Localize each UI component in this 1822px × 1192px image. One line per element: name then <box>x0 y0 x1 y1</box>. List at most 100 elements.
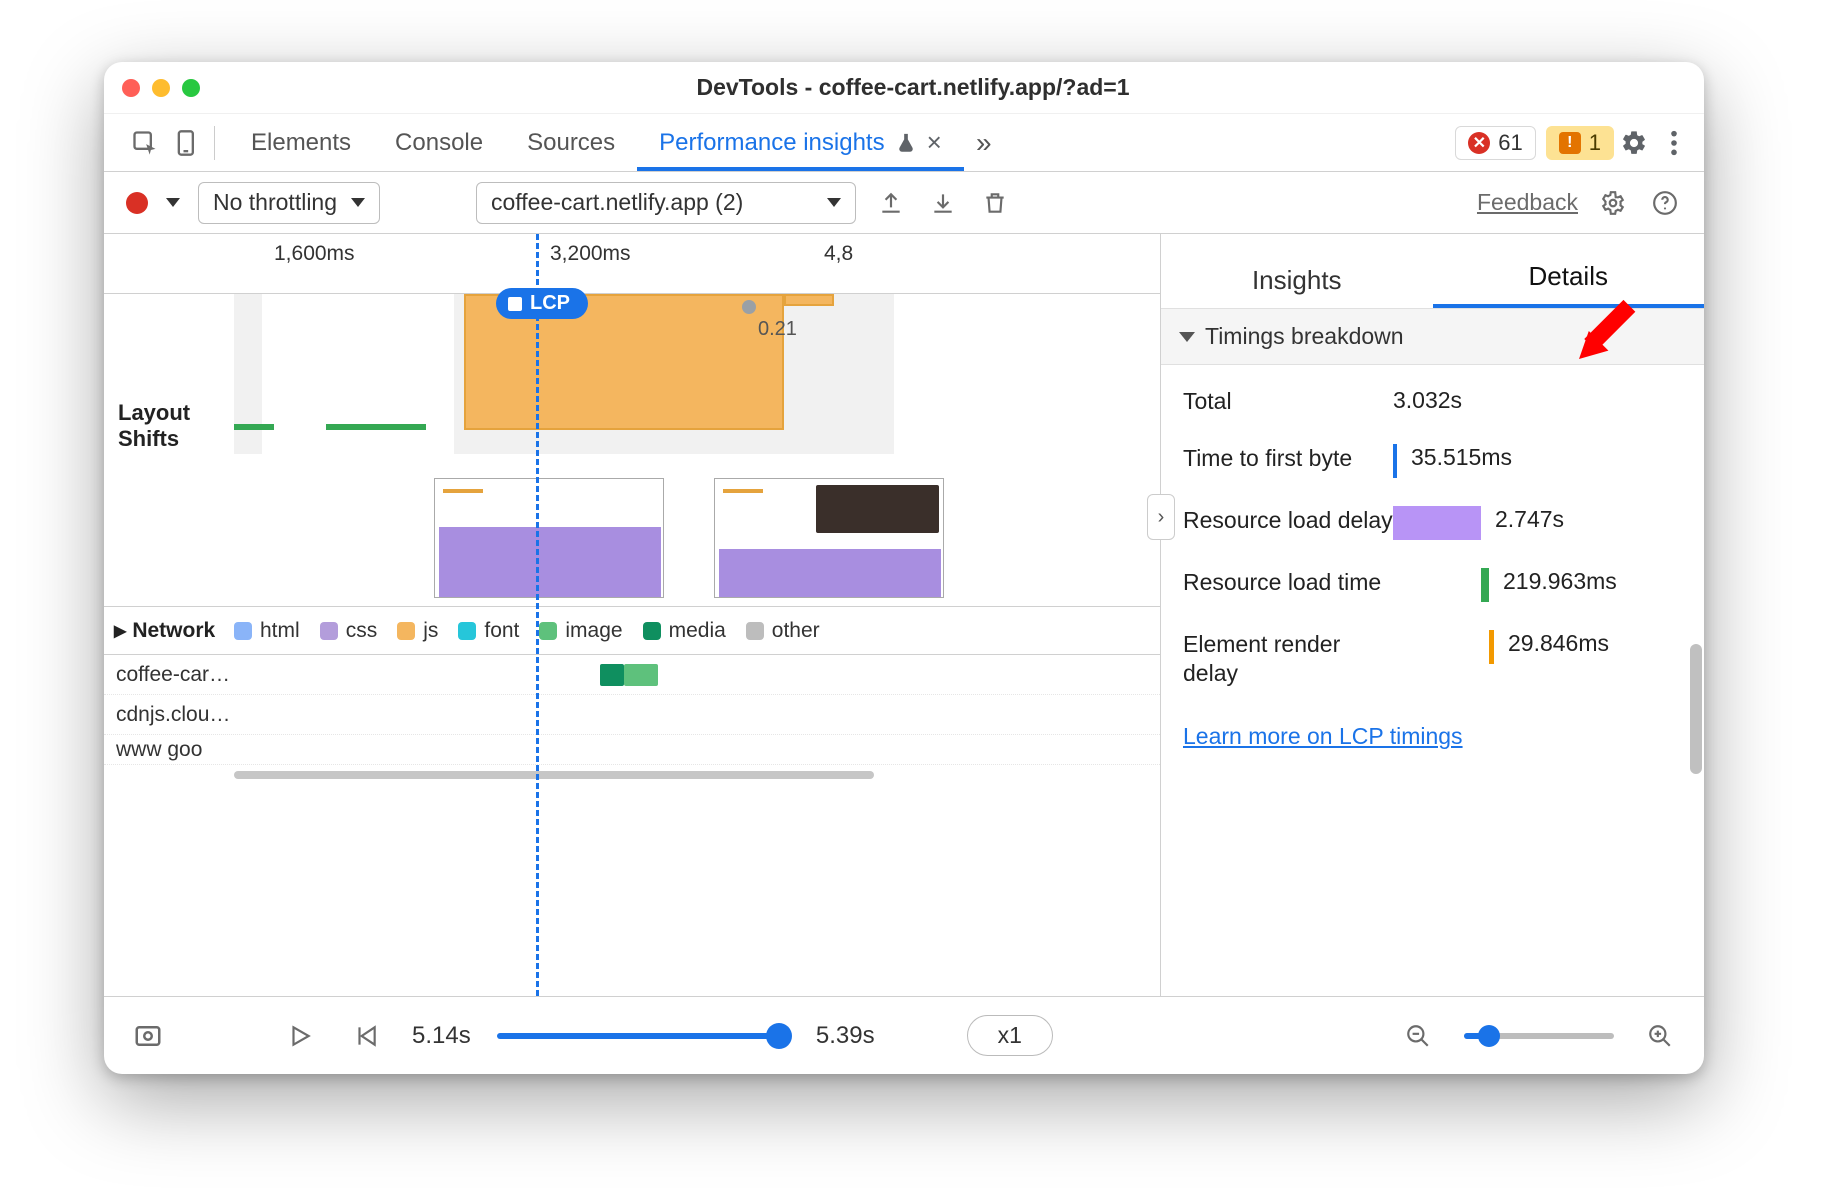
zoom-out-icon[interactable] <box>1398 1016 1438 1056</box>
kv-ttfb: Time to first byte 35.515ms <box>1183 430 1682 492</box>
learn-more-link[interactable]: Learn more on LCP timings <box>1183 723 1463 749</box>
network-rows: coffee-car… cdnjs.clou… www goo <box>104 655 1160 765</box>
help-icon[interactable] <box>1648 186 1682 220</box>
divider <box>214 126 215 160</box>
titlebar: DevTools - coffee-cart.netlify.app/?ad=1 <box>104 62 1704 114</box>
network-row[interactable]: cdnjs.clou… <box>104 695 1160 735</box>
filmstrip-thumbnail[interactable] <box>434 478 664 598</box>
delete-icon[interactable] <box>978 186 1012 220</box>
timeline-panel[interactable]: 1,600ms 3,200ms 4,8 LCP Layout Shifts <box>104 234 1160 996</box>
traffic-lights <box>122 79 200 97</box>
import-icon[interactable] <box>926 186 960 220</box>
play-icon[interactable] <box>280 1016 320 1056</box>
duration: 5.39s <box>816 1022 875 1050</box>
network-row[interactable]: coffee-car… <box>104 655 1160 695</box>
swatch <box>539 622 557 640</box>
panel-collapse-handle[interactable]: › <box>1147 494 1175 540</box>
tabs-overflow-icon[interactable]: » <box>964 127 1004 159</box>
network-chunk[interactable] <box>624 664 658 686</box>
chevron-down-icon <box>351 198 365 207</box>
time-ruler[interactable]: 1,600ms 3,200ms 4,8 <box>104 234 1160 294</box>
network-toggle[interactable]: ▶ Network <box>104 619 234 643</box>
kv-resource-load-time: Resource load time 219.963ms <box>1183 554 1682 616</box>
section-title: Timings breakdown <box>1205 323 1404 350</box>
warnings-badge[interactable]: ! 1 <box>1546 126 1614 160</box>
cls-point[interactable] <box>742 300 756 314</box>
legend-item-css: css <box>320 619 378 643</box>
swatch <box>234 622 252 640</box>
main-content: 1,600ms 3,200ms 4,8 LCP Layout Shifts <box>104 234 1704 996</box>
export-icon[interactable] <box>874 186 908 220</box>
panel-settings-gear-icon[interactable] <box>1596 186 1630 220</box>
throttling-select[interactable]: No throttling <box>198 182 380 224</box>
legend-item-font: font <box>458 619 519 643</box>
timings-grid: Total 3.032s Time to first byte 35.515ms… <box>1161 365 1704 709</box>
throttling-value: No throttling <box>213 189 337 216</box>
tab-elements[interactable]: Elements <box>229 114 373 171</box>
kv-element-render-delay: Element render delay 29.846ms <box>1183 616 1682 702</box>
recording-toolbar: No throttling coffee-cart.netlify.app (2… <box>104 172 1704 234</box>
bar-resource-time <box>1481 568 1489 602</box>
rewind-start-icon[interactable] <box>346 1016 386 1056</box>
tab-label: Console <box>395 129 483 157</box>
device-toolbar-icon[interactable] <box>166 122 208 164</box>
tab-details[interactable]: Details <box>1433 261 1705 308</box>
swatch <box>397 622 415 640</box>
time-tick: 4,8 <box>824 242 853 266</box>
network-row-name: www goo <box>104 738 276 762</box>
toggle-overview-icon[interactable] <box>128 1016 168 1056</box>
close-tab-icon[interactable]: × <box>927 127 942 158</box>
lcp-label: LCP <box>530 292 570 315</box>
settings-gear-icon[interactable] <box>1614 123 1654 163</box>
zoom-slider[interactable] <box>1464 1033 1614 1039</box>
right-panel: › Insights Details Timings breakdown Tot… <box>1160 234 1704 996</box>
filmstrip-thumbnail[interactable] <box>714 478 944 598</box>
layout-shifts-track[interactable]: 0.21 <box>234 294 1160 606</box>
close-window-button[interactable] <box>122 79 140 97</box>
tab-console[interactable]: Console <box>373 114 505 171</box>
tab-insights[interactable]: Insights <box>1161 265 1433 308</box>
current-time: 5.14s <box>412 1022 471 1050</box>
lcp-square-icon <box>508 297 522 311</box>
more-menu-icon[interactable] <box>1654 123 1694 163</box>
legend-item-js: js <box>397 619 438 643</box>
inspect-element-icon[interactable] <box>124 122 166 164</box>
playback-slider[interactable] <box>497 1033 790 1039</box>
devtools-tabstrip: Elements Console Sources Performance ins… <box>104 114 1704 172</box>
network-row[interactable]: www goo <box>104 735 1160 765</box>
timings-breakdown-header[interactable]: Timings breakdown <box>1161 308 1704 365</box>
legend-item-html: html <box>234 619 300 643</box>
playhead[interactable] <box>536 234 539 996</box>
record-menu-caret-icon[interactable] <box>166 198 180 207</box>
window-title: DevTools - coffee-cart.netlify.app/?ad=1 <box>200 74 1686 101</box>
chevron-right-icon: ▶ <box>114 621 126 641</box>
swatch <box>746 622 764 640</box>
devtools-window: DevTools - coffee-cart.netlify.app/?ad=1… <box>104 62 1704 1074</box>
kv-resource-load-delay: Resource load delay 2.747s <box>1183 492 1682 554</box>
maximize-window-button[interactable] <box>182 79 200 97</box>
network-row-name: cdnjs.clou… <box>104 703 276 727</box>
errors-badge[interactable]: ✕ 61 <box>1455 126 1535 160</box>
feedback-link[interactable]: Feedback <box>1477 189 1578 216</box>
layout-shifts-label: Layout Shifts <box>104 294 234 606</box>
network-legend: html css js font image media other <box>234 619 820 643</box>
zoom-in-icon[interactable] <box>1640 1016 1680 1056</box>
playback-speed-button[interactable]: x1 <box>967 1015 1053 1056</box>
lcp-marker[interactable]: LCP <box>496 288 588 319</box>
network-chunk[interactable] <box>600 664 624 686</box>
network-lane <box>276 695 1160 734</box>
minimize-window-button[interactable] <box>152 79 170 97</box>
bar-render-delay <box>1489 630 1494 664</box>
tab-performance-insights[interactable]: Performance insights × <box>637 114 964 171</box>
network-lane <box>276 735 1160 764</box>
horizontal-scrollbar[interactable] <box>104 765 1160 785</box>
tab-sources[interactable]: Sources <box>505 114 637 171</box>
cls-value: 0.21 <box>758 318 797 341</box>
layout-shifts-section: Layout Shifts 0.21 <box>104 294 1160 607</box>
recording-select[interactable]: coffee-cart.netlify.app (2) <box>476 182 856 224</box>
time-tick: 3,200ms <box>550 242 631 266</box>
cls-block[interactable] <box>784 294 834 306</box>
record-button[interactable] <box>126 192 148 214</box>
right-panel-scrollbar[interactable] <box>1690 344 1702 986</box>
network-header-label: Network <box>132 619 215 643</box>
